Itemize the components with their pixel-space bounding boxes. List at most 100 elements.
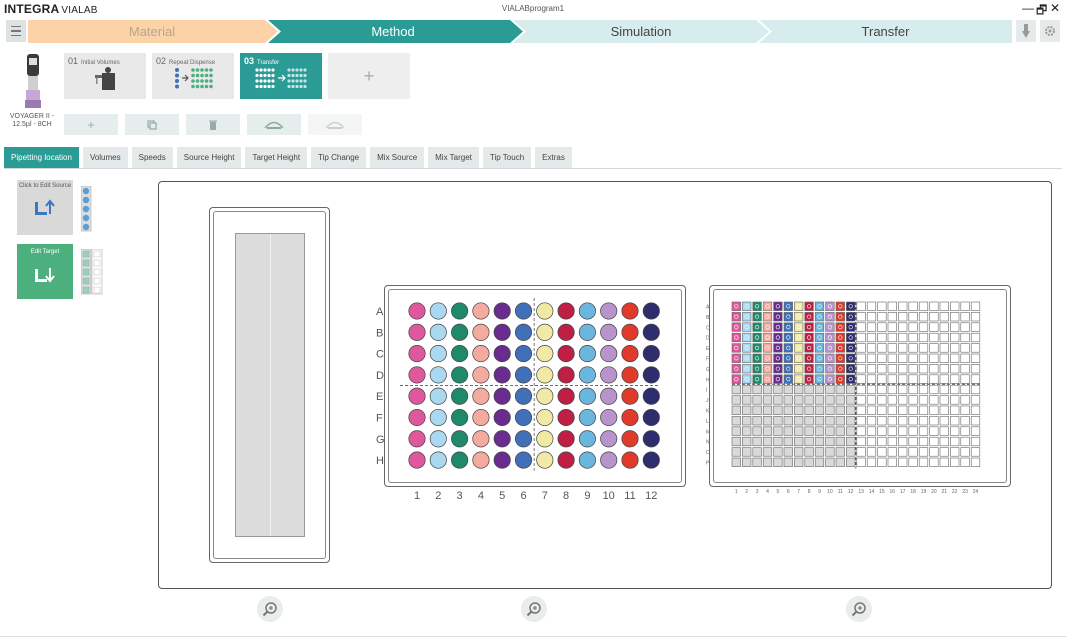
well[interactable] xyxy=(794,447,804,457)
well[interactable] xyxy=(642,387,660,405)
well[interactable] xyxy=(742,426,752,436)
well[interactable] xyxy=(642,345,660,363)
tab-tip-change[interactable]: Tip Change xyxy=(311,147,367,168)
well[interactable] xyxy=(742,416,752,426)
program-step-repeat-dispense[interactable]: 02 Repeat Dispense xyxy=(152,53,234,99)
reservoir-labware[interactable] xyxy=(209,207,330,563)
well[interactable] xyxy=(451,387,469,405)
well[interactable] xyxy=(557,302,575,320)
well[interactable] xyxy=(600,302,618,320)
well[interactable] xyxy=(825,374,835,384)
well[interactable] xyxy=(887,436,897,447)
well[interactable] xyxy=(642,323,660,341)
well[interactable] xyxy=(939,457,949,467)
well[interactable] xyxy=(877,384,887,395)
well[interactable] xyxy=(846,353,856,363)
well[interactable] xyxy=(929,436,939,447)
well[interactable] xyxy=(939,353,949,363)
edit-source-button[interactable]: Click to Edit Source xyxy=(17,180,73,235)
well[interactable] xyxy=(762,374,773,384)
well[interactable] xyxy=(846,447,856,457)
well[interactable] xyxy=(783,364,793,374)
well[interactable] xyxy=(918,332,929,343)
well[interactable] xyxy=(814,374,825,384)
well[interactable] xyxy=(472,451,490,469)
well[interactable] xyxy=(877,353,887,363)
well[interactable] xyxy=(408,366,426,384)
well[interactable] xyxy=(762,322,773,332)
well[interactable] xyxy=(578,430,596,448)
well[interactable] xyxy=(887,312,897,322)
well[interactable] xyxy=(794,301,804,311)
well[interactable] xyxy=(742,436,752,447)
well[interactable] xyxy=(783,426,793,436)
well[interactable] xyxy=(600,323,618,341)
well[interactable] xyxy=(970,322,981,332)
well[interactable] xyxy=(846,416,856,426)
well[interactable] xyxy=(752,447,762,457)
well[interactable] xyxy=(731,416,741,426)
undo-button[interactable] xyxy=(247,114,301,135)
well[interactable] xyxy=(887,384,897,395)
hamburger-menu-icon[interactable] xyxy=(6,20,26,42)
well[interactable] xyxy=(898,374,908,384)
well[interactable] xyxy=(557,323,575,341)
well[interactable] xyxy=(866,447,877,457)
well[interactable] xyxy=(762,416,773,426)
well[interactable] xyxy=(814,457,825,467)
well[interactable] xyxy=(621,323,639,341)
well[interactable] xyxy=(773,332,783,343)
well[interactable] xyxy=(929,426,939,436)
well[interactable] xyxy=(742,364,752,374)
well[interactable] xyxy=(514,408,533,427)
well[interactable] xyxy=(731,374,741,384)
well[interactable] xyxy=(887,332,897,343)
well[interactable] xyxy=(451,345,469,363)
well[interactable] xyxy=(762,343,773,353)
well[interactable] xyxy=(887,374,897,384)
well[interactable] xyxy=(825,395,835,405)
well[interactable] xyxy=(408,387,426,405)
well[interactable] xyxy=(731,436,741,447)
well[interactable] xyxy=(752,322,762,332)
tab-volumes[interactable]: Volumes xyxy=(82,147,128,168)
well[interactable] xyxy=(950,332,960,343)
well[interactable] xyxy=(429,366,447,384)
well[interactable] xyxy=(877,312,887,322)
well[interactable] xyxy=(773,353,783,363)
well[interactable] xyxy=(918,384,929,395)
well[interactable] xyxy=(898,457,908,467)
well[interactable] xyxy=(898,322,908,332)
well[interactable] xyxy=(950,312,960,322)
well[interactable] xyxy=(493,345,511,363)
well[interactable] xyxy=(960,447,970,457)
well[interactable] xyxy=(825,405,835,415)
well[interactable] xyxy=(451,451,469,469)
well[interactable] xyxy=(621,366,639,384)
well[interactable] xyxy=(856,301,866,311)
well[interactable] xyxy=(825,353,835,363)
well[interactable] xyxy=(939,364,949,374)
well[interactable] xyxy=(814,447,825,457)
well[interactable] xyxy=(578,302,596,320)
well[interactable] xyxy=(918,416,929,426)
well[interactable] xyxy=(752,332,762,343)
well[interactable] xyxy=(846,364,856,374)
edit-target-button[interactable]: Edit Target xyxy=(17,244,73,299)
well[interactable] xyxy=(773,447,783,457)
well[interactable] xyxy=(794,332,804,343)
well[interactable] xyxy=(960,353,970,363)
well[interactable] xyxy=(578,408,596,427)
well[interactable] xyxy=(908,405,918,415)
well[interactable] xyxy=(939,416,949,426)
well[interactable] xyxy=(835,416,845,426)
well[interactable] xyxy=(493,408,511,427)
settings-gear-icon[interactable] xyxy=(1040,20,1060,42)
well[interactable] xyxy=(970,374,981,384)
well[interactable] xyxy=(866,364,877,374)
well[interactable] xyxy=(794,384,804,395)
well[interactable] xyxy=(642,451,660,469)
well[interactable] xyxy=(970,447,981,457)
well[interactable] xyxy=(866,405,877,415)
well[interactable] xyxy=(514,430,533,448)
